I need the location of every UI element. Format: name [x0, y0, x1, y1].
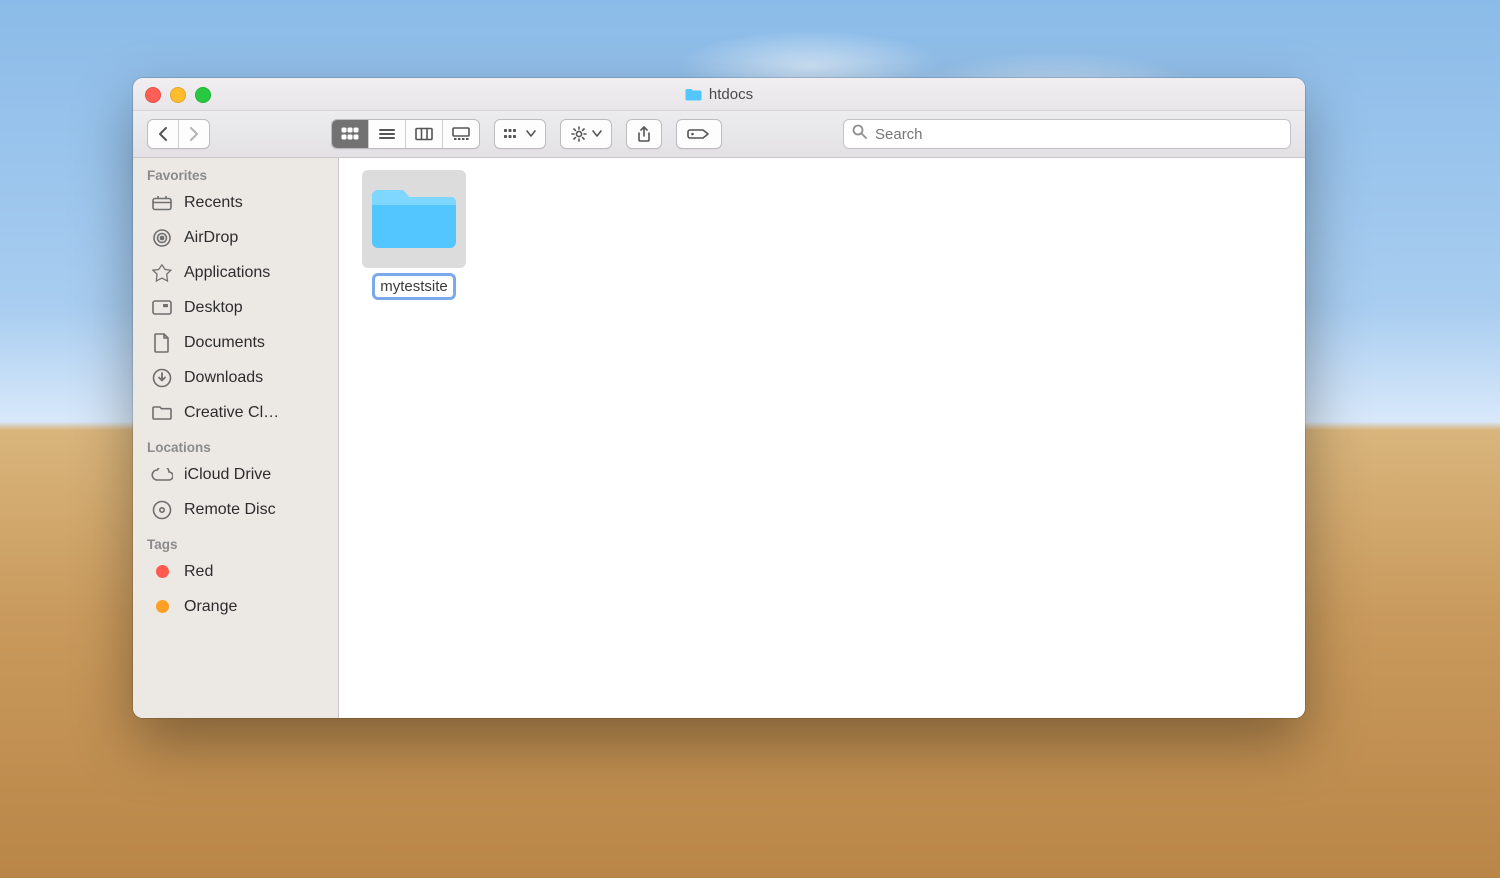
tag-dot-icon	[151, 565, 173, 578]
file-thumbnail[interactable]	[362, 170, 466, 268]
traffic-lights	[145, 87, 211, 103]
file-grid[interactable]: mytestsite	[339, 158, 1305, 718]
search-icon	[852, 124, 867, 144]
finder-sidebar: Favorites Recents AirDrop Applications D…	[133, 158, 339, 718]
file-name-edit[interactable]: mytestsite	[375, 276, 453, 297]
sidebar-item-desktop[interactable]: Desktop	[133, 290, 338, 325]
sidebar-item-label: Documents	[184, 334, 265, 352]
sidebar-item-icloud[interactable]: iCloud Drive	[133, 457, 338, 492]
sidebar-item-label: Remote Disc	[184, 501, 276, 519]
view-icons-button[interactable]	[332, 120, 369, 148]
sidebar-item-label: Creative Cl…	[184, 404, 279, 422]
sidebar-item-documents[interactable]: Documents	[133, 325, 338, 360]
sidebar-item-label: Desktop	[184, 299, 243, 317]
forward-button[interactable]	[179, 120, 209, 148]
desktop-background: htdocs	[0, 0, 1500, 878]
sidebar-section-favorites: Favorites	[133, 158, 338, 185]
sidebar-item-airdrop[interactable]: AirDrop	[133, 220, 338, 255]
icloud-icon	[151, 468, 173, 482]
search-input[interactable]	[873, 125, 1282, 144]
view-mode-segment	[331, 119, 480, 149]
sidebar-item-label: Applications	[184, 264, 270, 282]
sidebar-tag-red[interactable]: Red	[133, 554, 338, 589]
search-field[interactable]	[843, 119, 1291, 149]
applications-icon	[151, 263, 173, 283]
file-item[interactable]: mytestsite	[359, 170, 469, 297]
sidebar-item-creative-cloud[interactable]: Creative Cl…	[133, 395, 338, 430]
sidebar-item-label: Downloads	[184, 369, 263, 387]
arrange-menu[interactable]	[494, 119, 546, 149]
sidebar-item-label: Red	[184, 563, 213, 581]
sidebar-item-label: Recents	[184, 194, 243, 212]
view-columns-button[interactable]	[406, 120, 443, 148]
sidebar-item-label: iCloud Drive	[184, 466, 271, 484]
window-titlebar[interactable]: htdocs	[133, 78, 1305, 111]
finder-window: htdocs	[133, 78, 1305, 718]
documents-icon	[151, 333, 173, 353]
finder-toolbar	[133, 111, 1305, 158]
share-button[interactable]	[626, 119, 662, 149]
desktop-icon	[151, 300, 173, 316]
folder-icon	[151, 405, 173, 421]
window-body: Favorites Recents AirDrop Applications D…	[133, 158, 1305, 718]
folder-icon	[371, 182, 457, 257]
sidebar-item-label: AirDrop	[184, 229, 238, 247]
window-title-text: htdocs	[709, 86, 753, 103]
sidebar-item-applications[interactable]: Applications	[133, 255, 338, 290]
sidebar-item-downloads[interactable]: Downloads	[133, 360, 338, 395]
sidebar-item-label: Orange	[184, 598, 237, 616]
nav-segment	[147, 119, 210, 149]
back-button[interactable]	[148, 120, 179, 148]
airdrop-icon	[151, 228, 173, 248]
view-list-button[interactable]	[369, 120, 406, 148]
disc-icon	[151, 500, 173, 520]
sidebar-item-recents[interactable]: Recents	[133, 185, 338, 220]
action-menu[interactable]	[560, 119, 612, 149]
window-title: htdocs	[685, 86, 753, 103]
downloads-icon	[151, 368, 173, 388]
sidebar-section-locations: Locations	[133, 430, 338, 457]
sidebar-section-tags: Tags	[133, 527, 338, 554]
sidebar-tag-orange[interactable]: Orange	[133, 589, 338, 624]
minimize-window-button[interactable]	[170, 87, 186, 103]
recents-icon	[151, 195, 173, 211]
tag-dot-icon	[151, 600, 173, 613]
tags-button[interactable]	[676, 119, 722, 149]
folder-icon	[685, 87, 702, 101]
sidebar-item-remote-disc[interactable]: Remote Disc	[133, 492, 338, 527]
zoom-window-button[interactable]	[195, 87, 211, 103]
close-window-button[interactable]	[145, 87, 161, 103]
view-gallery-button[interactable]	[443, 120, 479, 148]
